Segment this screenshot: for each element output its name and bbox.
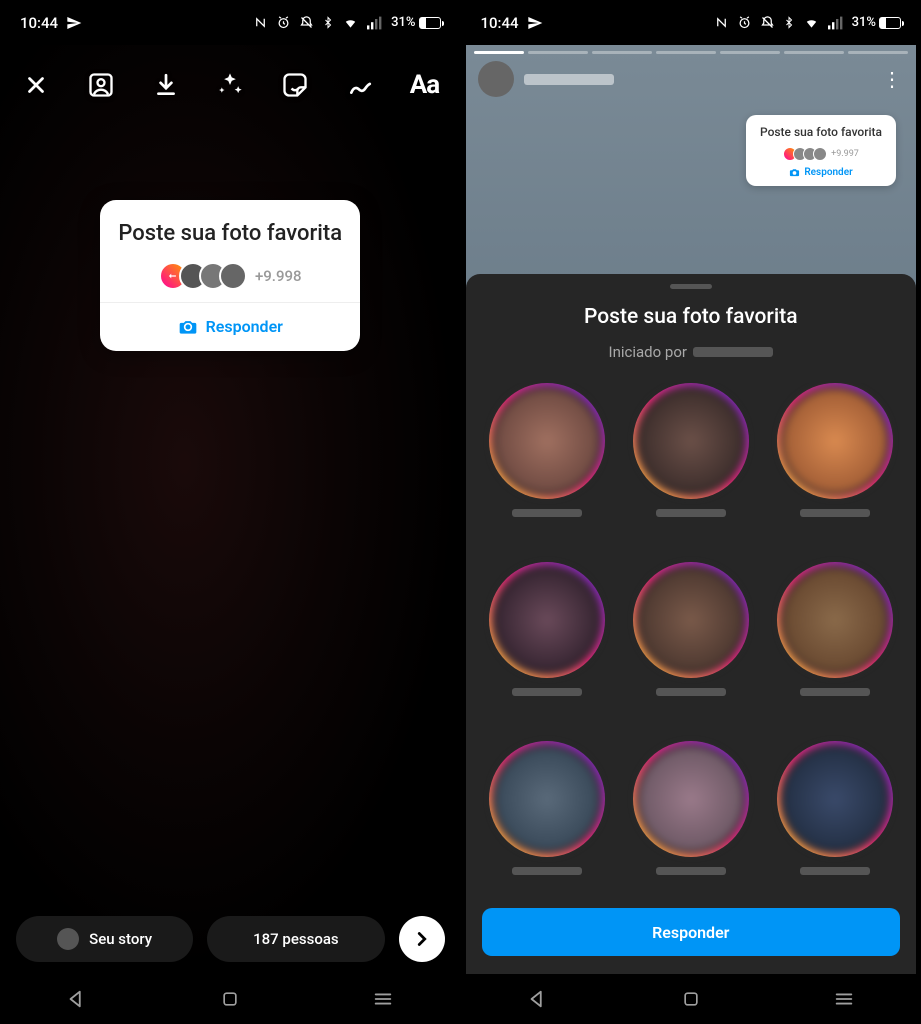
back-nav-icon[interactable]: [527, 988, 549, 1010]
status-bar: 10:44 31%: [461, 0, 921, 45]
signal-icon: [828, 16, 844, 30]
responses-grid[interactable]: [482, 383, 901, 902]
response-story[interactable]: [770, 741, 900, 902]
add-yours-sticker-mini[interactable]: Poste sua foto favorita +9.997 Responder: [746, 115, 896, 186]
home-nav-icon[interactable]: [220, 989, 240, 1009]
silent-icon: [760, 15, 775, 30]
originator-username[interactable]: [693, 347, 773, 357]
sheet-title: Poste sua foto favorita: [482, 305, 901, 329]
sheet-subtitle: Iniciado por: [482, 343, 901, 361]
silent-icon: [299, 15, 314, 30]
response-story[interactable]: [482, 383, 612, 544]
respond-button[interactable]: Responder: [482, 908, 901, 956]
response-username: [656, 509, 726, 517]
battery-percent: 31%: [391, 15, 415, 30]
phone-story-viewer: 10:44 31% ⋮ Poste sua foto favorita: [461, 0, 921, 1024]
story-progress: [474, 51, 909, 54]
home-nav-icon[interactable]: [681, 989, 701, 1009]
response-username: [656, 688, 726, 696]
recent-nav-icon[interactable]: [833, 988, 855, 1010]
camera-icon: [178, 317, 198, 337]
poster-avatar[interactable]: [478, 61, 514, 97]
response-username: [512, 867, 582, 875]
text-tool-icon[interactable]: Aa: [407, 67, 443, 103]
avatar: [57, 928, 79, 950]
response-story[interactable]: [482, 562, 612, 723]
chevron-right-icon: [411, 928, 433, 950]
response-username: [800, 509, 870, 517]
tag-person-icon[interactable]: [83, 67, 119, 103]
battery-indicator: 31%: [391, 15, 440, 30]
android-navbar: [461, 974, 921, 1024]
mini-count: +9.997: [831, 149, 859, 159]
wifi-icon: [803, 16, 820, 30]
response-story[interactable]: [626, 741, 756, 902]
response-username: [512, 688, 582, 696]
mini-respond: Responder: [754, 167, 888, 178]
status-bar: 10:44 31%: [0, 0, 461, 45]
poster-username[interactable]: [524, 74, 614, 85]
response-story[interactable]: [626, 562, 756, 723]
nfc-icon: [714, 15, 729, 30]
response-username: [800, 688, 870, 696]
alarm-icon: [276, 15, 291, 30]
android-navbar: [0, 974, 461, 1024]
story-header: ⋮: [478, 61, 905, 97]
alarm-icon: [737, 15, 752, 30]
send-icon: [527, 15, 543, 31]
status-time: 10:44: [20, 14, 58, 32]
bluetooth-icon: [783, 15, 795, 30]
recent-nav-icon[interactable]: [372, 988, 394, 1010]
response-username: [656, 867, 726, 875]
participants-avatars: [159, 262, 247, 290]
wifi-icon: [342, 16, 359, 30]
story-canvas[interactable]: [0, 45, 461, 974]
camera-icon: [789, 167, 800, 178]
status-time: 10:44: [481, 14, 519, 32]
sticker-respond-button[interactable]: Responder: [100, 303, 360, 351]
phone-story-editor: 10:44 31%: [0, 0, 461, 1024]
mini-prompt-text: Poste sua foto favorita: [754, 125, 888, 141]
response-story[interactable]: [770, 383, 900, 544]
add-yours-bottom-sheet: Poste sua foto favorita Iniciado por Res…: [466, 274, 917, 974]
sticker-prompt-text: Poste sua foto favorita: [118, 220, 342, 248]
your-story-button[interactable]: Seu story: [16, 916, 193, 962]
response-story[interactable]: [770, 562, 900, 723]
response-story[interactable]: [482, 741, 612, 902]
signal-icon: [367, 16, 383, 30]
close-friends-button[interactable]: 187 pessoas: [207, 916, 384, 962]
battery-indicator: 31%: [852, 15, 901, 30]
participants-count: +9.998: [255, 267, 302, 285]
response-username: [800, 867, 870, 875]
bluetooth-icon: [322, 15, 334, 30]
close-icon[interactable]: [18, 67, 54, 103]
nfc-icon: [253, 15, 268, 30]
draw-icon[interactable]: [342, 67, 378, 103]
editor-toolbar: Aa: [0, 55, 461, 115]
response-story[interactable]: [626, 383, 756, 544]
sticker-icon[interactable]: [277, 67, 313, 103]
effects-icon[interactable]: [212, 67, 248, 103]
send-icon: [66, 15, 82, 31]
sheet-drag-handle[interactable]: [670, 284, 712, 289]
back-nav-icon[interactable]: [66, 988, 88, 1010]
add-yours-sticker[interactable]: Poste sua foto favorita +9.998 Responder: [100, 200, 360, 351]
more-options-icon[interactable]: ⋮: [882, 67, 904, 91]
battery-percent: 31%: [852, 15, 876, 30]
mini-avatars: [783, 147, 827, 161]
share-bar: Seu story 187 pessoas: [0, 916, 461, 962]
download-icon[interactable]: [148, 67, 184, 103]
response-username: [512, 509, 582, 517]
next-button[interactable]: [399, 916, 445, 962]
